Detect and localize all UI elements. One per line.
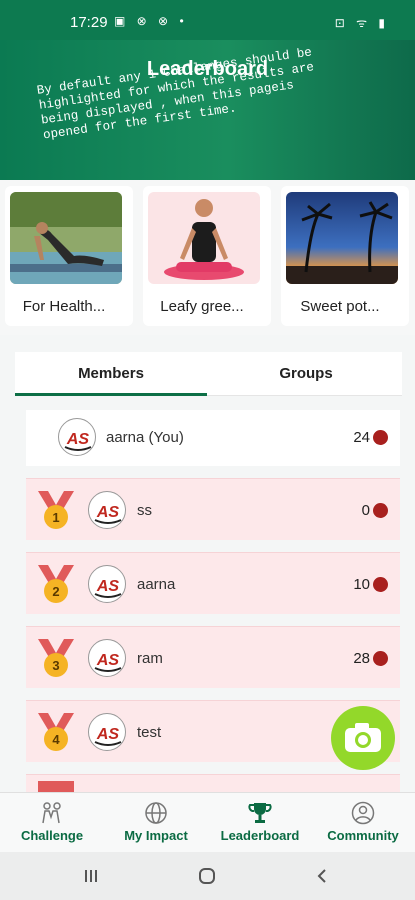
member-name: ram	[137, 650, 163, 667]
back-icon[interactable]	[315, 868, 329, 884]
avatar: AS	[88, 491, 126, 529]
current-user-row[interactable]: AS aarna (You) 24	[26, 410, 400, 466]
challenge-card[interactable]: Leafy gree...	[143, 186, 271, 326]
home-icon[interactable]	[198, 867, 216, 885]
member-name: aarna	[137, 576, 176, 593]
challenge-image-meditation	[148, 192, 260, 284]
nav-label: Community	[327, 828, 399, 843]
trophy-icon	[248, 803, 272, 823]
avatar-initials: AS	[96, 726, 120, 743]
challenge-label: For Health...	[22, 298, 106, 315]
avatar: AS	[58, 418, 96, 456]
avatar: AS	[88, 713, 126, 751]
system-navigation-bar	[0, 852, 415, 900]
medal-icon: 3	[36, 637, 76, 679]
avatar-initials: AS	[96, 578, 120, 595]
bottom-navigation: Challenge My Impact Leaderboard Communit…	[0, 792, 415, 852]
nav-my-impact[interactable]: My Impact	[104, 793, 208, 853]
nav-leaderboard[interactable]: Leaderboard	[208, 793, 312, 853]
people-icon	[42, 802, 61, 824]
nav-challenge[interactable]: Challenge	[0, 793, 104, 853]
status-bar: 17:29 ▣ ⊗ ⊗ • ⊡ ᯤ ▮	[0, 0, 415, 40]
avatar-initials: AS	[96, 652, 120, 669]
globe-icon	[145, 802, 167, 824]
rank-number: 2	[52, 584, 59, 599]
cricket-ball-icon	[373, 577, 388, 592]
member-score: 10	[353, 576, 370, 593]
system-status-icons: ⊡ ᯤ ▮	[334, 16, 389, 30]
nav-label: My Impact	[124, 828, 188, 843]
challenge-label: Leafy gree...	[160, 298, 244, 315]
notification-icons: ▣ ⊗ ⊗ •	[114, 14, 188, 28]
cricket-ball-icon	[373, 651, 388, 666]
avatar: AS	[88, 565, 126, 603]
cricket-ball-icon	[373, 503, 388, 518]
rank-number: 3	[52, 658, 59, 673]
leaderboard-row[interactable]: 1 AS ss 0	[26, 478, 400, 540]
rank-number: 4	[52, 732, 60, 747]
tab-groups[interactable]: Groups	[210, 352, 402, 396]
nav-community[interactable]: Community	[311, 793, 415, 853]
user-circle-icon	[351, 801, 375, 825]
member-name: ss	[137, 502, 152, 519]
leaderboard-row[interactable]: 3 AS ram 28	[26, 626, 400, 688]
leaderboard-row[interactable]: 2 AS aarna 10	[26, 552, 400, 614]
nav-label: Challenge	[20, 828, 84, 843]
leaderboard-row[interactable]	[26, 774, 400, 793]
status-time: 17:29	[70, 14, 108, 31]
member-name: test	[137, 724, 162, 741]
camera-icon	[345, 723, 381, 752]
avatar: AS	[88, 639, 126, 677]
member-score: 0	[361, 502, 370, 519]
member-name: aarna (You)	[106, 429, 184, 446]
challenge-image-beach-sunset	[286, 192, 398, 284]
nav-label: Leaderboard	[220, 828, 300, 843]
member-score: 28	[353, 650, 370, 667]
medal-icon: 2	[36, 563, 76, 605]
header: Leaderboard By default any 1 Challanges …	[0, 40, 415, 180]
leaderboard-tabs: Members Groups	[15, 352, 402, 396]
avatar-initials: AS	[96, 504, 120, 521]
challenge-card[interactable]: For Health...	[5, 186, 133, 326]
challenge-card[interactable]: Sweet pot...	[281, 186, 409, 326]
rank-number: 1	[52, 510, 59, 525]
medal-icon: 4	[36, 711, 76, 753]
recent-apps-icon[interactable]	[83, 868, 99, 884]
challenge-label: Sweet pot...	[300, 298, 380, 315]
medal-icon: 1	[36, 489, 76, 531]
tab-members[interactable]: Members	[15, 352, 207, 396]
challenge-carousel: For Health... Leafy gree... Sweet pot...	[0, 180, 415, 335]
camera-button[interactable]	[331, 706, 395, 770]
member-score: 24	[353, 429, 370, 446]
avatar-initials: AS	[66, 431, 90, 448]
cricket-ball-icon	[373, 430, 388, 445]
challenge-image-yoga-pool	[10, 192, 122, 284]
